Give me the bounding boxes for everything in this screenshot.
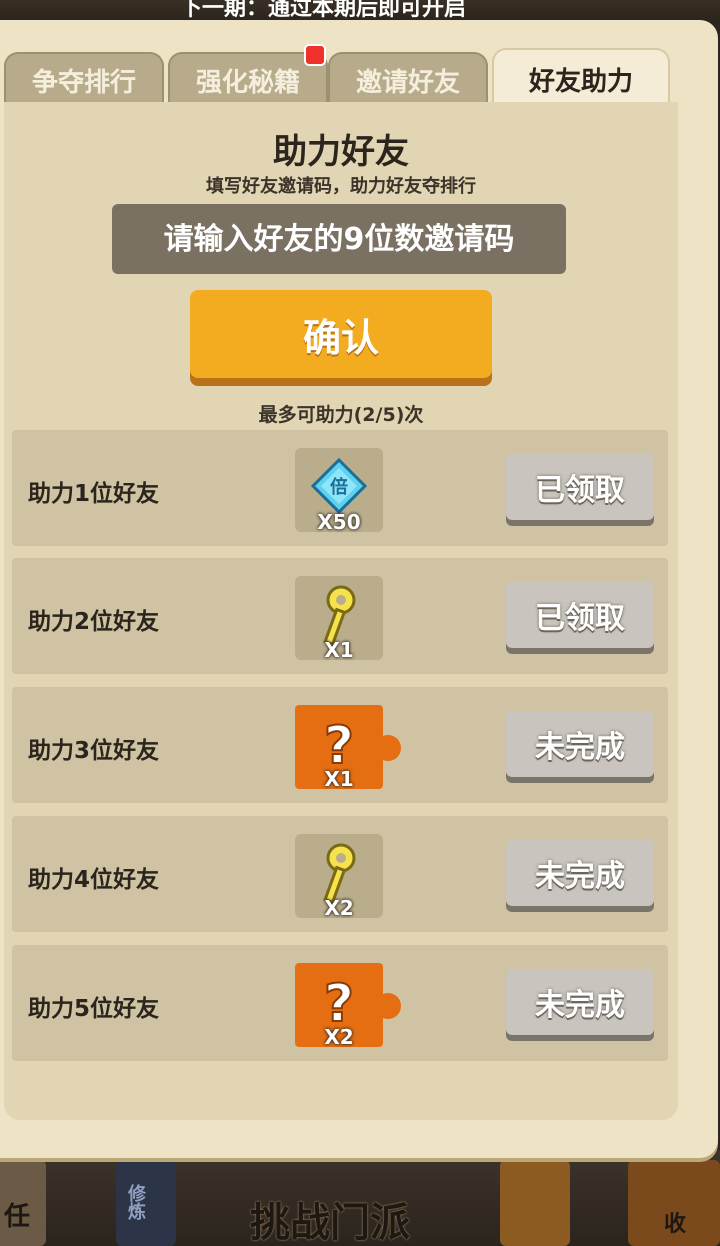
reward-row: 助力2位好友 X1 已领取 bbox=[12, 558, 668, 674]
reward-slot[interactable]: ? X2 bbox=[295, 963, 401, 1049]
reward-quantity: X50 bbox=[317, 510, 361, 534]
claim-status-button[interactable]: 已领取 bbox=[506, 582, 654, 648]
top-banner: 下一期：通过本期后即可开启 bbox=[0, 0, 720, 22]
bottom-nav-slot-3-label: 收 bbox=[664, 1212, 687, 1237]
top-banner-text: 下一期：通过本期后即可开启 bbox=[180, 0, 467, 21]
reward-row-label: 助力1位好友 bbox=[28, 481, 160, 507]
claim-status-button[interactable]: 未完成 bbox=[506, 969, 654, 1035]
claim-status-button[interactable]: 未完成 bbox=[506, 840, 654, 906]
reward-quantity: X1 bbox=[324, 767, 354, 791]
reward-quantity: X2 bbox=[324, 896, 354, 920]
reward-row: 助力5位好友 ? X2 未完成 bbox=[12, 945, 668, 1061]
bottom-nav-bar: 任 修炼 挑战门派 收 bbox=[0, 1150, 720, 1246]
tab-invite-friends[interactable]: 邀请好友 bbox=[328, 52, 488, 106]
reward-row: 助力3位好友 ? X1 未完成 bbox=[12, 687, 668, 803]
notification-badge bbox=[304, 44, 326, 66]
tab-ranking[interactable]: 争夺排行 bbox=[4, 52, 164, 106]
panel-body: 助力好友 填写好友邀请码，助力好友夺排行 确认 最多可助力(2/5)次 助力1位… bbox=[4, 102, 678, 1120]
bottom-nav-title[interactable]: 挑战门派 bbox=[250, 1190, 410, 1246]
reward-slot[interactable]: X1 bbox=[295, 576, 383, 662]
bottom-nav-slot-2[interactable]: 修炼 bbox=[116, 1160, 176, 1246]
panel-title: 助力好友 bbox=[273, 132, 409, 172]
claim-status-button[interactable]: 已领取 bbox=[506, 454, 654, 520]
helmet-icon[interactable] bbox=[500, 1160, 570, 1246]
assist-limit-text: 最多可助力(2/5)次 bbox=[258, 404, 424, 426]
reward-row-label: 助力3位好友 bbox=[28, 738, 160, 764]
reward-row-label: 助力4位好友 bbox=[28, 867, 160, 893]
reward-row-label: 助力2位好友 bbox=[28, 609, 160, 635]
reward-row: 助力4位好友 X2 未完成 bbox=[12, 816, 668, 932]
bottom-nav-slot-1[interactable]: 任 bbox=[0, 1160, 46, 1246]
bottom-nav-slot-2-label: 修炼 bbox=[125, 1184, 146, 1220]
reward-slot[interactable]: X2 bbox=[295, 834, 383, 920]
friend-assist-panel: 争夺排行 强化秘籍 邀请好友 好友助力 助力好友 填写好友邀请码，助力好友夺排行… bbox=[0, 20, 718, 1158]
panel-subtitle: 填写好友邀请码，助力好友夺排行 bbox=[206, 176, 476, 197]
confirm-button[interactable]: 确认 bbox=[190, 290, 492, 378]
bottom-nav-slot-3[interactable]: 收 bbox=[628, 1160, 720, 1246]
reward-quantity: X2 bbox=[324, 1025, 354, 1049]
tab-friend-assist[interactable]: 好友助力 bbox=[492, 48, 670, 108]
reward-row: 助力1位好友 倍 X50 已领取 bbox=[12, 430, 668, 546]
claim-status-button[interactable]: 未完成 bbox=[506, 711, 654, 777]
bottom-nav-slot-1-label: 任 bbox=[4, 1202, 31, 1232]
reward-quantity: X1 bbox=[324, 638, 354, 662]
svg-text:倍: 倍 bbox=[330, 476, 348, 498]
reward-row-label: 助力5位好友 bbox=[28, 996, 160, 1022]
reward-slot[interactable]: ? X1 bbox=[295, 705, 401, 791]
reward-slot[interactable]: 倍 X50 bbox=[295, 448, 383, 534]
invite-code-input[interactable] bbox=[112, 204, 566, 274]
